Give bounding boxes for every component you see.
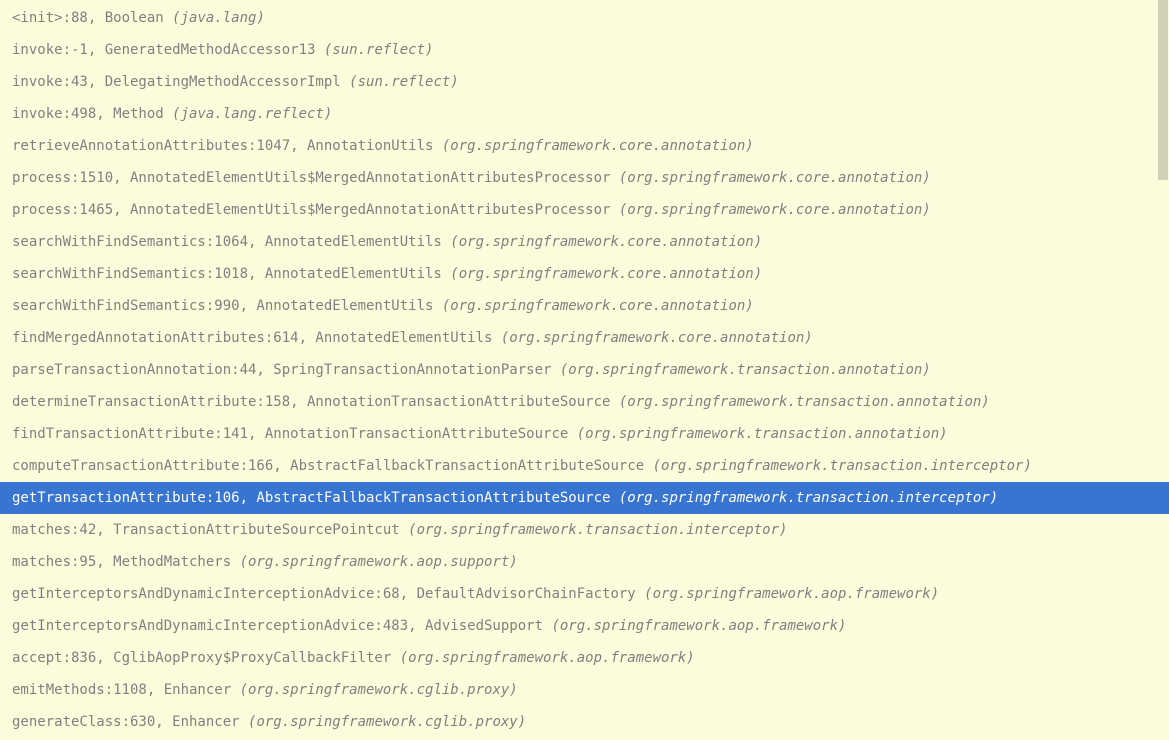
frame-method-label: process:1510, AnnotatedElementUtils$Merg… <box>12 170 619 186</box>
stack-frame-row[interactable]: searchWithFindSemantics:990, AnnotatedEl… <box>0 290 1169 322</box>
stack-frame-row[interactable]: process:1465, AnnotatedElementUtils$Merg… <box>0 194 1169 226</box>
scrollbar-track[interactable] <box>1157 0 1169 738</box>
frame-method-label: getTransactionAttribute:106, AbstractFal… <box>12 490 619 506</box>
stack-frame-row[interactable]: searchWithFindSemantics:1018, AnnotatedE… <box>0 258 1169 290</box>
frame-package-label: (org.springframework.aop.support) <box>240 554 518 570</box>
frame-method-label: getInterceptorsAndDynamicInterceptionAdv… <box>12 586 644 602</box>
frame-package-label: (org.springframework.core.annotation) <box>619 202 931 218</box>
frame-package-label: (org.springframework.core.annotation) <box>450 234 762 250</box>
frame-package-label: (org.springframework.cglib.proxy) <box>248 714 526 730</box>
frame-package-label: (org.springframework.transaction.interce… <box>619 490 998 506</box>
stack-frame-row[interactable]: emitMethods:1108, Enhancer (org.springfr… <box>0 674 1169 706</box>
stack-frame-row[interactable]: getTransactionAttribute:106, AbstractFal… <box>0 482 1169 514</box>
stack-frame-row[interactable]: findMergedAnnotationAttributes:614, Anno… <box>0 322 1169 354</box>
stack-trace-panel: <init>:88, Boolean (java.lang)invoke:-1,… <box>0 0 1169 738</box>
frame-package-label: (org.springframework.transaction.annotat… <box>560 362 931 378</box>
stack-frame-row[interactable]: matches:95, MethodMatchers (org.springfr… <box>0 546 1169 578</box>
stack-frame-row[interactable]: retrieveAnnotationAttributes:1047, Annot… <box>0 130 1169 162</box>
stack-frame-row[interactable]: invoke:-1, GeneratedMethodAccessor13 (su… <box>0 34 1169 66</box>
frame-method-label: findMergedAnnotationAttributes:614, Anno… <box>12 330 501 346</box>
frame-package-label: (org.springframework.transaction.interce… <box>408 522 787 538</box>
scrollbar-thumb[interactable] <box>1158 0 1168 180</box>
stack-frame-row[interactable]: findTransactionAttribute:141, Annotation… <box>0 418 1169 450</box>
frame-method-label: computeTransactionAttribute:166, Abstrac… <box>12 458 653 474</box>
frame-method-label: retrieveAnnotationAttributes:1047, Annot… <box>12 138 442 154</box>
frame-package-label: (org.springframework.aop.framework) <box>400 650 695 666</box>
stack-frame-row[interactable]: invoke:43, DelegatingMethodAccessorImpl … <box>0 66 1169 98</box>
frame-method-label: searchWithFindSemantics:1064, AnnotatedE… <box>12 234 450 250</box>
frame-method-label: <init>:88, Boolean <box>12 10 172 26</box>
stack-frame-row[interactable]: process:1510, AnnotatedElementUtils$Merg… <box>0 162 1169 194</box>
stack-frame-row[interactable]: invoke:498, Method (java.lang.reflect) <box>0 98 1169 130</box>
frame-method-label: parseTransactionAnnotation:44, SpringTra… <box>12 362 560 378</box>
frame-method-label: generateClass:630, Enhancer <box>12 714 248 730</box>
frame-package-label: (org.springframework.core.annotation) <box>442 138 754 154</box>
stack-frame-row[interactable]: <init>:88, Boolean (java.lang) <box>0 2 1169 34</box>
frame-method-label: invoke:-1, GeneratedMethodAccessor13 <box>12 42 324 58</box>
frame-package-label: (org.springframework.aop.framework) <box>644 586 939 602</box>
frame-package-label: (sun.reflect) <box>349 74 459 90</box>
stack-frame-row[interactable]: matches:42, TransactionAttributeSourcePo… <box>0 514 1169 546</box>
frame-package-label: (org.springframework.core.annotation) <box>619 170 931 186</box>
frame-method-label: emitMethods:1108, Enhancer <box>12 682 240 698</box>
frame-package-label: (org.springframework.transaction.annotat… <box>577 426 948 442</box>
frame-method-label: invoke:43, DelegatingMethodAccessorImpl <box>12 74 349 90</box>
frame-method-label: searchWithFindSemantics:990, AnnotatedEl… <box>12 298 442 314</box>
frame-package-label: (org.springframework.aop.framework) <box>551 618 846 634</box>
stack-frame-row[interactable]: parseTransactionAnnotation:44, SpringTra… <box>0 354 1169 386</box>
frame-package-label: (org.springframework.transaction.annotat… <box>619 394 990 410</box>
frame-package-label: (java.lang) <box>172 10 265 26</box>
frame-method-label: findTransactionAttribute:141, Annotation… <box>12 426 577 442</box>
frame-method-label: matches:95, MethodMatchers <box>12 554 240 570</box>
frame-package-label: (org.springframework.core.annotation) <box>442 298 754 314</box>
stack-frame-row[interactable]: searchWithFindSemantics:1064, AnnotatedE… <box>0 226 1169 258</box>
frame-method-label: process:1465, AnnotatedElementUtils$Merg… <box>12 202 619 218</box>
frame-package-label: (sun.reflect) <box>324 42 434 58</box>
stack-frame-row[interactable]: getInterceptorsAndDynamicInterceptionAdv… <box>0 610 1169 642</box>
stack-frame-row[interactable]: computeTransactionAttribute:166, Abstrac… <box>0 450 1169 482</box>
frame-method-label: determineTransactionAttribute:158, Annot… <box>12 394 619 410</box>
frame-package-label: (org.springframework.core.annotation) <box>450 266 762 282</box>
frame-method-label: searchWithFindSemantics:1018, AnnotatedE… <box>12 266 450 282</box>
stack-frame-row[interactable]: accept:836, CglibAopProxy$ProxyCallbackF… <box>0 642 1169 674</box>
frame-method-label: matches:42, TransactionAttributeSourcePo… <box>12 522 408 538</box>
stack-frame-list: <init>:88, Boolean (java.lang)invoke:-1,… <box>0 0 1169 740</box>
frame-package-label: (org.springframework.cglib.proxy) <box>240 682 518 698</box>
frame-package-label: (org.springframework.core.annotation) <box>501 330 813 346</box>
stack-frame-row[interactable]: getInterceptorsAndDynamicInterceptionAdv… <box>0 578 1169 610</box>
frame-package-label: (org.springframework.transaction.interce… <box>653 458 1032 474</box>
stack-frame-row[interactable]: generateClass:630, Enhancer (org.springf… <box>0 706 1169 738</box>
frame-method-label: invoke:498, Method <box>12 106 172 122</box>
frame-package-label: (java.lang.reflect) <box>172 106 332 122</box>
frame-method-label: getInterceptorsAndDynamicInterceptionAdv… <box>12 618 551 634</box>
stack-frame-row[interactable]: determineTransactionAttribute:158, Annot… <box>0 386 1169 418</box>
frame-method-label: accept:836, CglibAopProxy$ProxyCallbackF… <box>12 650 400 666</box>
